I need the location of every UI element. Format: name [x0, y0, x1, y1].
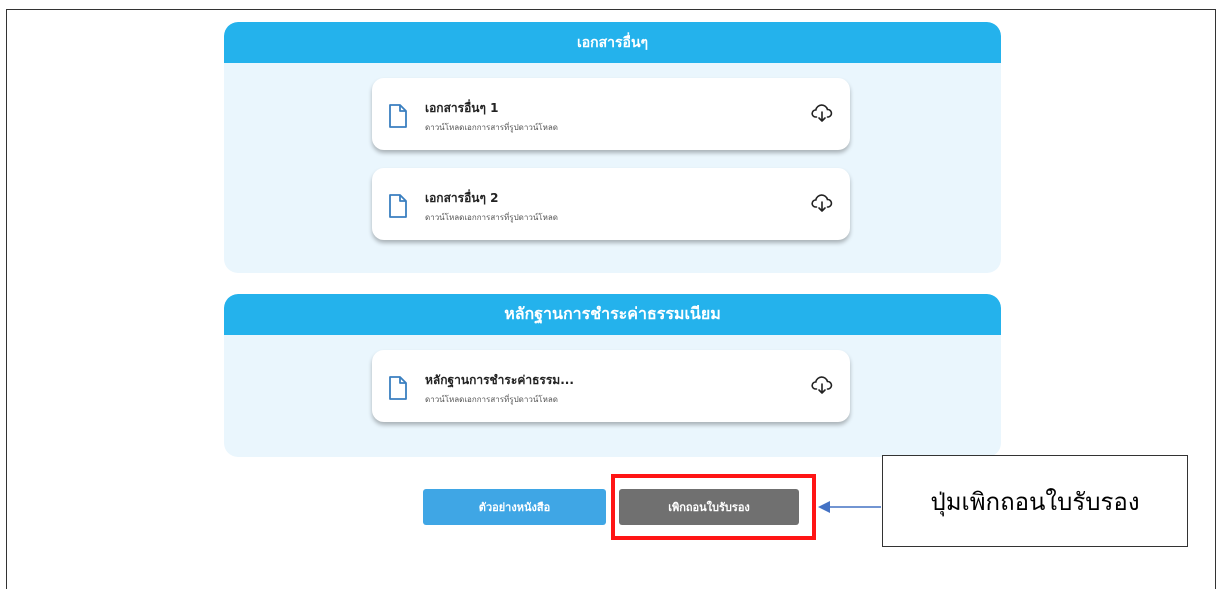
annotation-callout: ปุ่มเพิกถอนใบรับรอง [882, 455, 1188, 547]
highlight-box [611, 474, 816, 540]
fee-payment-proof-section: หลักฐานการชำระค่าธรรมเนียม หลักฐานการชำร… [224, 294, 1001, 457]
file-subtitle: ดาวน์โหลดเอกการสารที่รูปดาวน์โหลด [425, 123, 558, 132]
file-icon [389, 194, 407, 218]
file-card[interactable]: เอกสารอื่นๆ 1 ดาวน์โหลดเอกการสารที่รูปดา… [372, 78, 850, 150]
file-icon [389, 376, 407, 400]
file-card[interactable]: หลักฐานการชำระค่าธรรม... ดาวน์โหลดเอกการ… [372, 350, 850, 422]
file-name: เอกสารอื่นๆ 2 [425, 191, 499, 205]
file-subtitle: ดาวน์โหลดเอกการสารที่รูปดาวน์โหลด [425, 213, 558, 222]
section-header: เอกสารอื่นๆ [224, 22, 1001, 63]
example-document-button[interactable]: ตัวอย่างหนังสือ [423, 489, 606, 525]
section-title: เอกสารอื่นๆ [576, 34, 649, 51]
cloud-download-icon[interactable] [811, 103, 833, 123]
cloud-download-icon[interactable] [811, 375, 833, 395]
section-header: หลักฐานการชำระค่าธรรมเนียม [224, 294, 1001, 335]
other-documents-section: เอกสารอื่นๆ เอกสารอื่นๆ 1 ดาวน์โหลดเอกกา… [224, 22, 1001, 273]
file-subtitle: ดาวน์โหลดเอกการสารที่รูปดาวน์โหลด [425, 395, 558, 404]
file-icon [389, 104, 407, 128]
file-name: หลักฐานการชำระค่าธรรม... [425, 373, 574, 387]
file-name: เอกสารอื่นๆ 1 [425, 101, 499, 115]
cloud-download-icon[interactable] [811, 193, 833, 213]
arrow-left-icon [818, 501, 881, 513]
callout-text: ปุ่มเพิกถอนใบรับรอง [930, 487, 1140, 516]
section-title: หลักฐานการชำระค่าธรรมเนียม [504, 304, 721, 323]
file-card[interactable]: เอกสารอื่นๆ 2 ดาวน์โหลดเอกการสารที่รูปดา… [372, 168, 850, 240]
